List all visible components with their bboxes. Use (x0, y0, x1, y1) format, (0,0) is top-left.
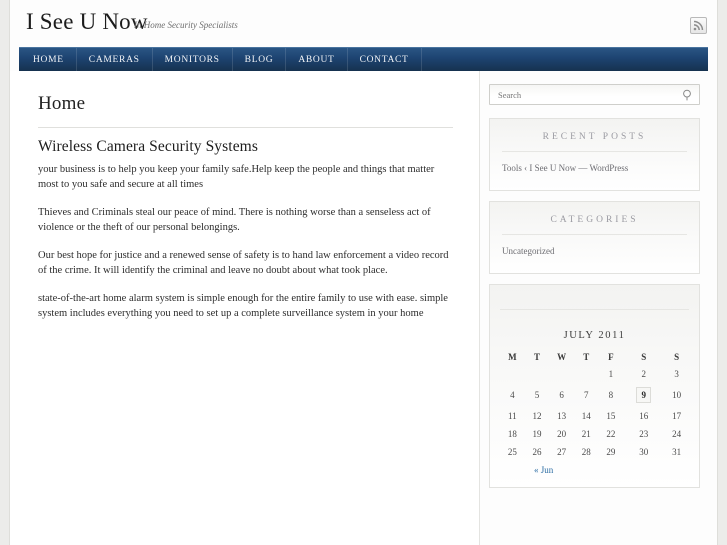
nav-item-blog[interactable]: BLOG (233, 48, 287, 71)
calendar-empty-cell (549, 365, 574, 383)
rss-feed-icon[interactable] (690, 17, 707, 34)
main-navigation[interactable]: HOME CAMERAS MONITORS BLOG ABOUT CONTACT (19, 47, 708, 71)
entry-paragraph: Our best hope for justice and a renewed … (38, 250, 449, 276)
calendar-weekday: W (557, 352, 567, 362)
calendar-widget-divider (500, 294, 689, 310)
list-item[interactable]: Tools ‹ I See U Now — WordPress (502, 161, 687, 176)
calendar-weekday: M (508, 352, 517, 362)
calendar-week-row: 4 5 6 7 8 9 10 (500, 383, 689, 407)
calendar-day-cell[interactable]: 4 (500, 383, 525, 407)
calendar-weekday: T (583, 352, 590, 362)
search-input[interactable] (489, 84, 700, 105)
calendar-day-cell[interactable]: 8 (599, 383, 624, 407)
calendar-day-cell[interactable]: 3 (664, 365, 689, 383)
page-columns: Home Wireless Camera Security Systems yo… (10, 71, 717, 545)
site-header: I See U Now In Home Security Specialists (10, 0, 717, 47)
nav-item-about[interactable]: ABOUT (286, 48, 348, 71)
widget-title-recent-posts: RECENT POSTS (502, 132, 687, 152)
widget-recent-posts: RECENT POSTS Tools ‹ I See U Now — WordP… (489, 118, 700, 191)
calendar-empty-cell (500, 365, 525, 383)
calendar-day-cell[interactable]: 6 (549, 383, 574, 407)
site-title[interactable]: I See U Now (26, 9, 148, 35)
calendar-day-cell[interactable]: 29 (599, 443, 624, 461)
widget-calendar: JULY 2011 M T W T F S S 1 2 3 4 5 6 7 8 … (489, 284, 700, 488)
entry-title: Wireless Camera Security Systems (38, 138, 258, 155)
calendar-day-cell[interactable]: 30 (623, 443, 664, 461)
calendar-day-cell[interactable]: 23 (623, 425, 664, 443)
nav-item-home[interactable]: HOME (19, 48, 77, 71)
calendar-day-cell[interactable]: 5 (525, 383, 550, 407)
calendar-day-cell[interactable]: 21 (574, 425, 599, 443)
calendar-weekday: S (641, 352, 647, 362)
calendar-day-cell[interactable]: 17 (664, 407, 689, 425)
calendar-day-cell[interactable]: 1 (599, 365, 624, 383)
calendar-day-cell[interactable]: 13 (549, 407, 574, 425)
site-tagline: In Home Security Specialists (134, 20, 238, 30)
page-root: I See U Now In Home Security Specialists… (0, 0, 727, 545)
main-content: Home Wireless Camera Security Systems yo… (10, 71, 480, 545)
calendar-weekday-row: M T W T F S S (500, 349, 689, 365)
calendar-empty-cell (574, 365, 599, 383)
calendar-day-cell[interactable]: 7 (574, 383, 599, 407)
calendar-day-cell[interactable]: 12 (525, 407, 550, 425)
calendar-day-cell[interactable]: 10 (664, 383, 689, 407)
calendar-weekday: F (608, 352, 614, 362)
calendar-empty-cell (525, 365, 550, 383)
entry-paragraph: state-of-the-art home alarm system is si… (38, 293, 448, 319)
recent-posts-list: Tools ‹ I See U Now — WordPress (502, 161, 687, 176)
calendar-day-cell[interactable]: 28 (574, 443, 599, 461)
calendar-caption: JULY 2011 (563, 330, 626, 341)
calendar-day-cell[interactable]: 9 (623, 383, 664, 407)
widget-title-categories: CATEGORIES (502, 215, 687, 235)
nav-item-cameras[interactable]: CAMERAS (77, 48, 153, 71)
nav-item-monitors[interactable]: MONITORS (153, 48, 233, 71)
calendar-day-cell[interactable]: 20 (549, 425, 574, 443)
calendar-day-cell[interactable]: 15 (599, 407, 624, 425)
entry-paragraph: your business is to help you keep your f… (38, 164, 435, 190)
calendar-week-row: 25 26 27 28 29 30 31 (500, 443, 689, 461)
calendar-day-cell[interactable]: 22 (599, 425, 624, 443)
calendar-week-row: 18 19 20 21 22 23 24 (500, 425, 689, 443)
search-widget (489, 84, 700, 105)
entry-paragraph: Thieves and Criminals steal our peace of… (38, 207, 431, 233)
calendar-day-cell[interactable]: 31 (664, 443, 689, 461)
calendar-day-cell[interactable]: 16 (623, 407, 664, 425)
entry-body: Wireless Camera Security Systems your bu… (38, 138, 453, 321)
calendar-prev-month-link[interactable]: « Jun (500, 465, 553, 475)
nav-item-contact[interactable]: CONTACT (348, 48, 422, 71)
calendar-body: 1 2 3 4 5 6 7 8 9 10 11 12 13 14 15 16 17 18 19 20 21 22 23 24 2… (500, 365, 689, 461)
site-frame: I See U Now In Home Security Specialists… (9, 0, 718, 545)
calendar-day-cell[interactable]: 14 (574, 407, 599, 425)
calendar-day-cell[interactable]: 18 (500, 425, 525, 443)
calendar-table: JULY 2011 M T W T F S S 1 2 3 4 5 6 7 8 … (500, 330, 689, 461)
calendar-day-cell[interactable]: 2 (623, 365, 664, 383)
page-title: Home (38, 93, 453, 128)
calendar-week-row: 11 12 13 14 15 16 17 (500, 407, 689, 425)
calendar-navigation: « Jun (500, 465, 689, 475)
categories-list: Uncategorized (502, 244, 687, 259)
sidebar: RECENT POSTS Tools ‹ I See U Now — WordP… (480, 71, 710, 498)
calendar-week-row: 123 (500, 365, 689, 383)
calendar-weekday: S (674, 352, 680, 362)
calendar-day-cell[interactable]: 11 (500, 407, 525, 425)
list-item[interactable]: Uncategorized (502, 244, 687, 259)
calendar-day-cell[interactable]: 27 (549, 443, 574, 461)
calendar-day-cell[interactable]: 24 (664, 425, 689, 443)
calendar-day-cell[interactable]: 26 (525, 443, 550, 461)
calendar-day-cell[interactable]: 19 (525, 425, 550, 443)
widget-categories: CATEGORIES Uncategorized (489, 201, 700, 274)
calendar-day-cell[interactable]: 25 (500, 443, 525, 461)
calendar-weekday: T (533, 352, 540, 362)
calendar-today-marker: 9 (636, 387, 652, 403)
